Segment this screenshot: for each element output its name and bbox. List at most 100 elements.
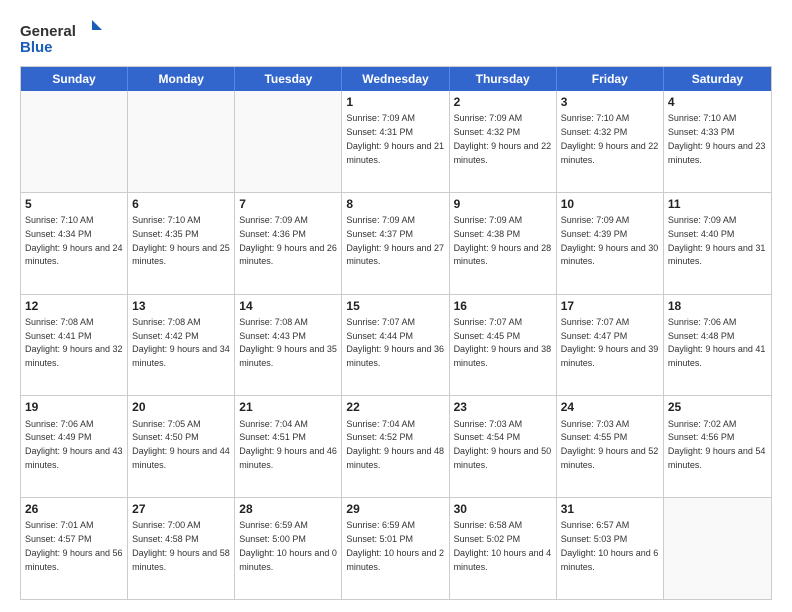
day-number: 27 [132, 501, 230, 517]
day-number: 18 [668, 298, 767, 314]
day-info: Sunrise: 7:04 AM Sunset: 4:51 PM Dayligh… [239, 419, 337, 470]
day-cell: 10 Sunrise: 7:09 AM Sunset: 4:39 PM Dayli… [557, 193, 664, 294]
day-info: Sunrise: 7:00 AM Sunset: 4:58 PM Dayligh… [132, 520, 230, 571]
day-info: Sunrise: 7:09 AM Sunset: 4:40 PM Dayligh… [668, 215, 766, 266]
day-number: 31 [561, 501, 659, 517]
day-cell: 28Sunrise: 6:59 AM Sunset: 5:00 PM Dayli… [235, 498, 342, 599]
day-info: Sunrise: 7:10 AM Sunset: 4:35 PM Dayligh… [132, 215, 230, 266]
day-cell: 3Sunrise: 7:10 AM Sunset: 4:32 PM Daylig… [557, 91, 664, 192]
weekday-header: Saturday [664, 67, 771, 91]
day-number: 28 [239, 501, 337, 517]
day-number: 15 [346, 298, 444, 314]
day-info: Sunrise: 7:07 AM Sunset: 4:47 PM Dayligh… [561, 317, 659, 368]
svg-text:Blue: Blue [20, 39, 53, 56]
day-info: Sunrise: 6:58 AM Sunset: 5:02 PM Dayligh… [454, 520, 552, 571]
empty-cell [664, 498, 771, 599]
day-number: 4 [668, 94, 767, 110]
logo-svg: General Blue [20, 18, 110, 56]
day-info: Sunrise: 7:09 AM Sunset: 4:36 PM Dayligh… [239, 215, 337, 266]
day-cell: 11Sunrise: 7:09 AM Sunset: 4:40 PM Dayli… [664, 193, 771, 294]
calendar-header: SundayMondayTuesdayWednesdayThursdayFrid… [21, 67, 771, 91]
header: General Blue [20, 18, 772, 56]
svg-text:General: General [20, 23, 76, 40]
day-number: 24 [561, 399, 659, 415]
day-cell: 4Sunrise: 7:10 AM Sunset: 4:33 PM Daylig… [664, 91, 771, 192]
page: General Blue SundayMondayTuesdayWednesda… [0, 0, 792, 612]
day-number: 17 [561, 298, 659, 314]
day-number: 25 [668, 399, 767, 415]
day-info: Sunrise: 7:09 AM Sunset: 4:37 PM Dayligh… [346, 215, 444, 266]
day-info: Sunrise: 7:08 AM Sunset: 4:43 PM Dayligh… [239, 317, 337, 368]
calendar-row: 12 Sunrise: 7:08 AM Sunset: 4:41 PM Dayli… [21, 294, 771, 396]
day-number: 26 [25, 501, 123, 517]
day-number: 1 [346, 94, 444, 110]
day-cell: 24Sunrise: 7:03 AM Sunset: 4:55 PM Dayli… [557, 396, 664, 497]
day-cell: 19 Sunrise: 7:06 AM Sunset: 4:49 PM Dayli… [21, 396, 128, 497]
day-info: Sunrise: 7:03 AM Sunset: 4:54 PM Dayligh… [454, 419, 552, 470]
day-info: Sunrise: 7:10 AM Sunset: 4:34 PM Dayligh… [25, 215, 123, 266]
day-number: 10 [561, 196, 659, 212]
calendar-row: 19 Sunrise: 7:06 AM Sunset: 4:49 PM Dayli… [21, 395, 771, 497]
day-cell: 2 Sunrise: 7:09 AM Sunset: 4:32 PM Daylig… [450, 91, 557, 192]
day-cell: 21 Sunrise: 7:04 AM Sunset: 4:51 PM Dayli… [235, 396, 342, 497]
day-info: Sunrise: 7:07 AM Sunset: 4:44 PM Dayligh… [346, 317, 444, 368]
day-cell: 13 Sunrise: 7:08 AM Sunset: 4:42 PM Dayli… [128, 295, 235, 396]
empty-cell [21, 91, 128, 192]
empty-cell [235, 91, 342, 192]
day-number: 13 [132, 298, 230, 314]
calendar-row: 5 Sunrise: 7:10 AM Sunset: 4:34 PM Daylig… [21, 192, 771, 294]
day-cell: 14 Sunrise: 7:08 AM Sunset: 4:43 PM Dayli… [235, 295, 342, 396]
day-info: Sunrise: 7:02 AM Sunset: 4:56 PM Dayligh… [668, 419, 766, 470]
day-number: 16 [454, 298, 552, 314]
day-info: Sunrise: 7:01 AM Sunset: 4:57 PM Dayligh… [25, 520, 123, 571]
day-number: 22 [346, 399, 444, 415]
day-number: 6 [132, 196, 230, 212]
calendar-row: 1 Sunrise: 7:09 AM Sunset: 4:31 PM Daylig… [21, 91, 771, 192]
day-info: Sunrise: 7:08 AM Sunset: 4:41 PM Dayligh… [25, 317, 123, 368]
weekday-header: Friday [557, 67, 664, 91]
day-info: Sunrise: 6:59 AM Sunset: 5:01 PM Dayligh… [346, 520, 444, 571]
day-cell: 12 Sunrise: 7:08 AM Sunset: 4:41 PM Dayli… [21, 295, 128, 396]
weekday-header: Monday [128, 67, 235, 91]
day-number: 14 [239, 298, 337, 314]
day-number: 8 [346, 196, 444, 212]
empty-cell [128, 91, 235, 192]
day-number: 5 [25, 196, 123, 212]
day-info: Sunrise: 7:06 AM Sunset: 4:49 PM Dayligh… [25, 419, 123, 470]
day-number: 7 [239, 196, 337, 212]
day-cell: 17 Sunrise: 7:07 AM Sunset: 4:47 PM Dayli… [557, 295, 664, 396]
day-number: 12 [25, 298, 123, 314]
day-number: 19 [25, 399, 123, 415]
day-info: Sunrise: 7:09 AM Sunset: 4:31 PM Dayligh… [346, 113, 444, 164]
day-info: Sunrise: 7:09 AM Sunset: 4:39 PM Dayligh… [561, 215, 659, 266]
day-cell: 31 Sunrise: 6:57 AM Sunset: 5:03 PM Dayli… [557, 498, 664, 599]
day-cell: 27 Sunrise: 7:00 AM Sunset: 4:58 PM Dayli… [128, 498, 235, 599]
weekday-header: Thursday [450, 67, 557, 91]
day-number: 30 [454, 501, 552, 517]
day-number: 9 [454, 196, 552, 212]
day-cell: 16Sunrise: 7:07 AM Sunset: 4:45 PM Dayli… [450, 295, 557, 396]
day-info: Sunrise: 7:08 AM Sunset: 4:42 PM Dayligh… [132, 317, 230, 368]
day-cell: 1 Sunrise: 7:09 AM Sunset: 4:31 PM Daylig… [342, 91, 449, 192]
day-info: Sunrise: 6:57 AM Sunset: 5:03 PM Dayligh… [561, 520, 659, 571]
day-number: 20 [132, 399, 230, 415]
day-info: Sunrise: 7:09 AM Sunset: 4:32 PM Dayligh… [454, 113, 552, 164]
day-info: Sunrise: 7:04 AM Sunset: 4:52 PM Dayligh… [346, 419, 444, 470]
day-cell: 7 Sunrise: 7:09 AM Sunset: 4:36 PM Daylig… [235, 193, 342, 294]
calendar-row: 26 Sunrise: 7:01 AM Sunset: 4:57 PM Dayli… [21, 497, 771, 599]
day-cell: 15 Sunrise: 7:07 AM Sunset: 4:44 PM Dayli… [342, 295, 449, 396]
calendar-body: 1 Sunrise: 7:09 AM Sunset: 4:31 PM Daylig… [21, 91, 771, 599]
calendar: SundayMondayTuesdayWednesdayThursdayFrid… [20, 66, 772, 600]
day-number: 29 [346, 501, 444, 517]
day-number: 21 [239, 399, 337, 415]
logo: General Blue [20, 18, 110, 56]
day-number: 23 [454, 399, 552, 415]
day-cell: 26 Sunrise: 7:01 AM Sunset: 4:57 PM Dayli… [21, 498, 128, 599]
day-info: Sunrise: 7:06 AM Sunset: 4:48 PM Dayligh… [668, 317, 766, 368]
day-cell: 5 Sunrise: 7:10 AM Sunset: 4:34 PM Daylig… [21, 193, 128, 294]
weekday-header: Wednesday [342, 67, 449, 91]
day-cell: 8 Sunrise: 7:09 AM Sunset: 4:37 PM Daylig… [342, 193, 449, 294]
day-cell: 22 Sunrise: 7:04 AM Sunset: 4:52 PM Dayli… [342, 396, 449, 497]
weekday-header: Tuesday [235, 67, 342, 91]
day-number: 2 [454, 94, 552, 110]
